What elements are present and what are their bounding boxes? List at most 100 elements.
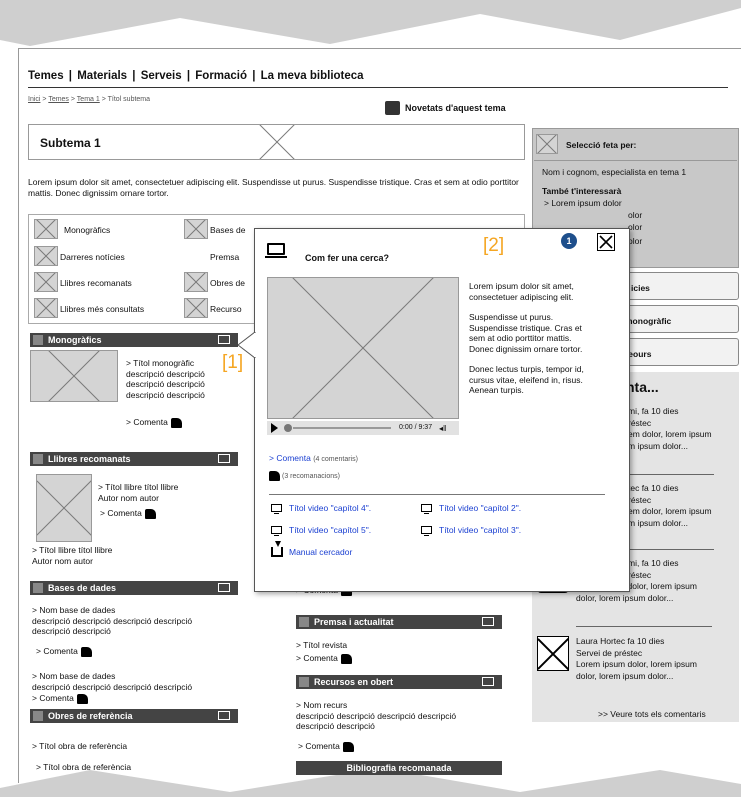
video-icon [271,504,282,514]
obres-item1[interactable]: > Títol obra de referència [32,741,127,752]
monografics-header[interactable]: Monogràfics [30,333,238,347]
also-item-0[interactable]: > Lorem ipsum dolor [544,198,622,209]
bases-comment1[interactable]: > Comenta [36,646,92,657]
breadcrumb-inici[interactable]: Inici [28,96,40,103]
recursos-header[interactable]: Recursos en obert [296,675,502,689]
rss-icon [482,677,494,686]
news-icon [385,101,400,115]
cat-noticies-icon [34,246,58,266]
comment-4: Laura Hortec fa 10 dies Servei de préstec… [576,636,697,681]
seek-bar[interactable] [293,427,391,429]
breadcrumb-tema[interactable]: Tema 1 [77,96,100,103]
premsa-header[interactable]: Premsa i actualitat [296,615,502,629]
monografics-item[interactable]: > Títol monogràfic descripció descripció d… [126,358,205,400]
cat-noticies[interactable]: Darreres notícies [60,252,125,263]
popup-recommend[interactable]: (3 recomanacions) [269,471,340,482]
volume-icon[interactable]: ◂‖ [439,424,446,433]
also-item-2[interactable]: olor [628,222,642,233]
nav-item-materials[interactable]: Materials [77,70,127,82]
cat-obres[interactable]: Obres de [210,278,245,289]
comment-divider-1 [616,474,714,475]
cat-recursos[interactable]: Recurso [210,304,242,315]
cat-recomanats[interactable]: Llibres recomanats [60,278,132,289]
cat-recomanats-icon [34,272,58,292]
monografics-thumbnail [30,350,118,402]
nav-item-serveis[interactable]: Serveis [141,70,182,82]
recursos-item[interactable]: > Nom recurs descripció descripció descri… [296,700,456,732]
video-time: 0:00 / 9:37 [399,424,433,431]
llibres-comment[interactable]: > Comenta [100,508,156,519]
also-item-3[interactable]: olor [628,236,642,247]
also-title: També t'interessarà [542,186,622,196]
monografics-comment[interactable]: > Comenta [126,417,182,428]
obres-header[interactable]: Obres de referència [30,709,238,723]
popup-comment-link[interactable]: > Comenta (4 comentaris) [269,453,358,466]
premsa-item[interactable]: > Títol revista [296,640,347,651]
video-link-3[interactable]: Títol video "capítol 3". [439,525,521,536]
video-icon [271,526,282,536]
popup-text: Lorem ipsum dolor sit amet, consectetuer … [469,281,584,395]
recursos-comment[interactable]: > Comenta [298,741,354,752]
obres-item2[interactable]: > Títol obra de referència [36,762,131,773]
video-link-2[interactable]: Títol video "capítol 2". [439,503,521,514]
annotation-marker-2: [2] [483,235,505,256]
play-icon[interactable] [271,423,278,433]
bases-item2[interactable]: > Nom base de dades descripció descripció… [32,671,192,692]
collapse-icon [33,335,43,345]
bibliografia-header[interactable]: Bibliografia recomanada [296,761,502,775]
cat-recursos-icon [184,298,208,318]
nav-item-formacio[interactable]: Formació [195,70,247,82]
thumbs-up-icon [269,471,280,481]
cat-monografics-icon [34,219,58,239]
nav-item-temes[interactable]: Temes [28,70,64,82]
also-item-1[interactable]: olor [628,210,642,221]
collapse-icon [299,617,309,627]
llibres-thumbnail [36,474,92,542]
main-nav: Temes | Materials | Serveis | Formació |… [28,70,728,88]
manual-link[interactable]: Manual cercador [289,547,352,558]
thumbs-up-icon [144,508,156,519]
popup-divider [269,494,605,495]
selection-author: Nom i cognom, especialista en tema 1 [542,167,687,177]
page-title-box [28,124,525,160]
cat-consultats-icon [34,298,58,318]
bases-comment2[interactable]: > Comenta [32,693,88,704]
cat-obres-icon [184,272,208,292]
laptop-icon [267,243,285,255]
video-link-4[interactable]: Títol video "capítol 4". [289,503,371,514]
bases-header[interactable]: Bases de dades [30,581,238,595]
video-link-5[interactable]: Títol video "capítol 5". [289,525,371,536]
llibres-item1[interactable]: > Títol llibre títol llibre Autor nom aut… [98,482,178,503]
comment-2: tec fa 10 dies réstec em dolor, lorem ipsu… [628,483,712,528]
rss-icon [218,335,230,344]
help-popup: Com fer una cerca? [2] 1 0:00 / 9:37 ◂‖ … [254,228,630,592]
collapse-icon [33,711,43,721]
breadcrumb-temes[interactable]: Temes [48,96,69,103]
collapse-icon [299,677,309,687]
thumbs-up-icon [342,741,354,752]
video-icon [421,526,432,536]
cat-consultats[interactable]: Llibres més consultats [60,304,144,315]
cat-bases-icon [184,219,208,239]
close-icon[interactable] [597,233,615,251]
video-controls: 0:00 / 9:37 ◂‖ [267,421,459,435]
llibres-header[interactable]: Llibres recomanats [30,452,238,466]
bases-item1[interactable]: > Nom base de dades descripció descripció… [32,605,192,637]
page-title: Subtema 1 [40,136,101,150]
selection-icon [536,134,558,154]
seek-handle[interactable] [284,424,292,432]
see-all-comments[interactable]: >> Veure tots els comentaris [598,709,706,720]
breadcrumb-current: Títol subtema [107,96,151,103]
comment-divider-2 [616,549,714,550]
llibres-item2[interactable]: > Títol llibre títol llibre Autor nom aut… [32,545,112,566]
collapse-icon [33,454,43,464]
avatar [537,636,569,671]
cat-premsa[interactable]: Premsa [210,252,239,263]
nav-item-biblioteca[interactable]: La meva biblioteca [261,70,364,82]
step-badge: 1 [561,233,577,249]
premsa-comment[interactable]: > Comenta [296,653,352,664]
cat-monografics[interactable]: Monogràfics [64,225,110,236]
cat-bases[interactable]: Bases de [210,225,245,236]
selection-title: Selecció feta per: [566,140,637,150]
video-player[interactable] [267,277,459,419]
